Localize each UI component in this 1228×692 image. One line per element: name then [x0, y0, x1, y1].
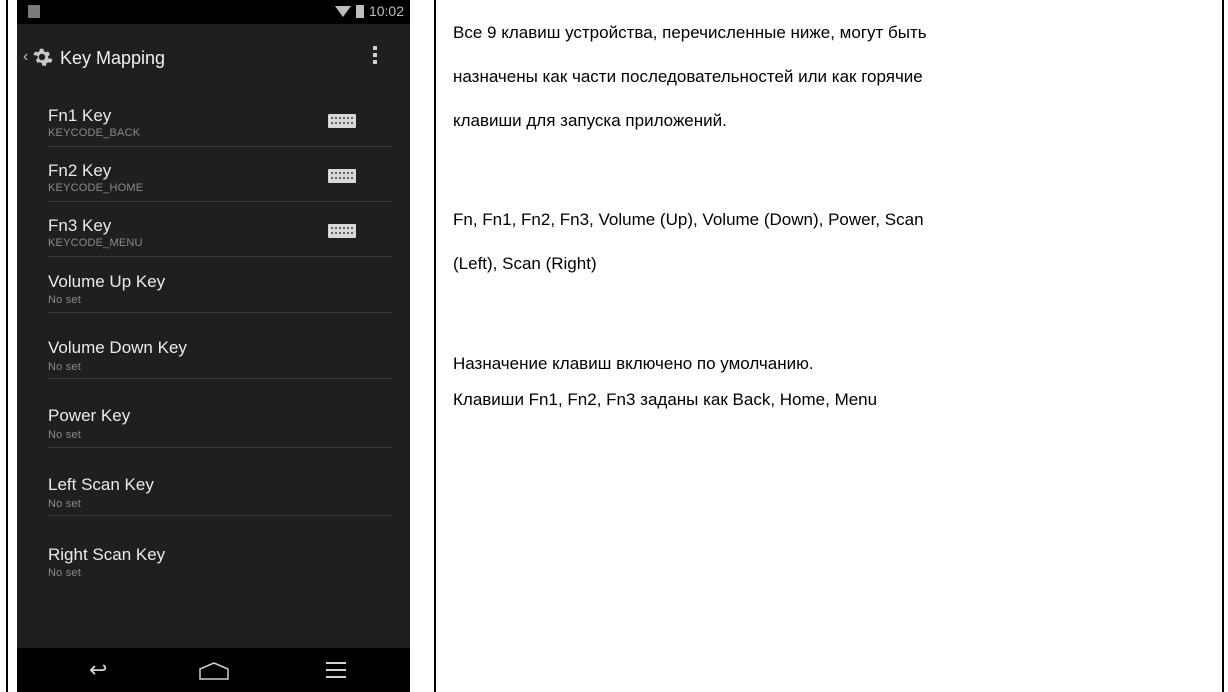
- item-subtitle: No set: [48, 498, 81, 510]
- divider: [48, 447, 392, 448]
- screen-title: Key Mapping: [60, 48, 166, 68]
- divider: [48, 378, 392, 379]
- list-item-power[interactable]: Power Key No set: [17, 393, 410, 448]
- list-item-volume-down[interactable]: Volume Down Key No set: [17, 325, 410, 379]
- item-title: Power Key: [48, 406, 131, 425]
- item-subtitle: No set: [48, 294, 81, 306]
- gear-icon[interactable]: [31, 46, 53, 68]
- item-title: Fn3 Key: [48, 216, 112, 235]
- item-title: Volume Down Key: [48, 338, 187, 357]
- item-subtitle: No set: [48, 567, 81, 579]
- home-icon[interactable]: [198, 662, 230, 680]
- description-line: (Left), Scan (Right): [453, 254, 597, 273]
- wifi-icon: [334, 5, 351, 17]
- up-chevron-icon[interactable]: ‹: [23, 48, 28, 66]
- divider: [48, 312, 392, 313]
- item-subtitle: No set: [48, 429, 81, 441]
- overflow-menu-icon[interactable]: [373, 46, 377, 67]
- item-title: Fn1 Key: [48, 106, 112, 125]
- status-time: 10:02: [368, 3, 404, 19]
- list-item-fn3[interactable]: Fn3 Key KEYCODE_MENU: [17, 202, 410, 257]
- status-bar: 10:02: [17, 0, 410, 24]
- phone-screenshot: 10:02 ‹ Key Mapping Fn1 Key KEYCODE_BACK…: [17, 0, 410, 692]
- list-item-fn1[interactable]: Fn1 Key KEYCODE_BACK: [17, 92, 410, 147]
- recent-apps-icon[interactable]: [326, 662, 346, 683]
- keyboard-icon: [328, 169, 356, 183]
- list-item-left-scan[interactable]: Left Scan Key No set: [17, 462, 410, 516]
- item-title: Left Scan Key: [48, 475, 154, 494]
- item-subtitle: KEYCODE_HOME: [48, 182, 144, 194]
- item-title: Fn2 Key: [48, 161, 112, 180]
- description-line: Fn, Fn1, Fn2, Fn3, Volume (Up), Volume (…: [453, 210, 924, 229]
- navigation-bar: ↩: [17, 648, 410, 692]
- divider: [48, 515, 392, 516]
- action-bar: ‹ Key Mapping: [17, 24, 410, 92]
- table-divider: [434, 0, 436, 692]
- notification-icon: [28, 5, 40, 18]
- item-title: Right Scan Key: [48, 545, 166, 564]
- list-item-fn2[interactable]: Fn2 Key KEYCODE_HOME: [17, 147, 410, 202]
- item-subtitle: KEYCODE_MENU: [48, 237, 143, 249]
- item-title: Volume Up Key: [48, 272, 166, 291]
- keyboard-icon: [328, 224, 356, 238]
- item-subtitle: No set: [48, 361, 81, 373]
- keyboard-icon: [328, 114, 356, 128]
- list-item-volume-up[interactable]: Volume Up Key No set: [17, 258, 410, 313]
- item-subtitle: KEYCODE_BACK: [48, 127, 141, 139]
- divider: [48, 256, 392, 257]
- description-line: Все 9 клавиш устройства, перечисленные н…: [453, 23, 927, 42]
- description-line: клавиши для запуска приложений.: [453, 111, 727, 130]
- description-line: Клавиши Fn1, Fn2, Fn3 заданы как Back, H…: [453, 390, 878, 409]
- back-icon[interactable]: ↩: [89, 659, 107, 681]
- battery-icon: [355, 4, 364, 18]
- description-line: Назначение клавиш включено по умолчанию.: [453, 354, 814, 373]
- description-line: назначены как части последовательностей …: [453, 67, 923, 86]
- list-item-right-scan[interactable]: Right Scan Key No set: [17, 530, 410, 579]
